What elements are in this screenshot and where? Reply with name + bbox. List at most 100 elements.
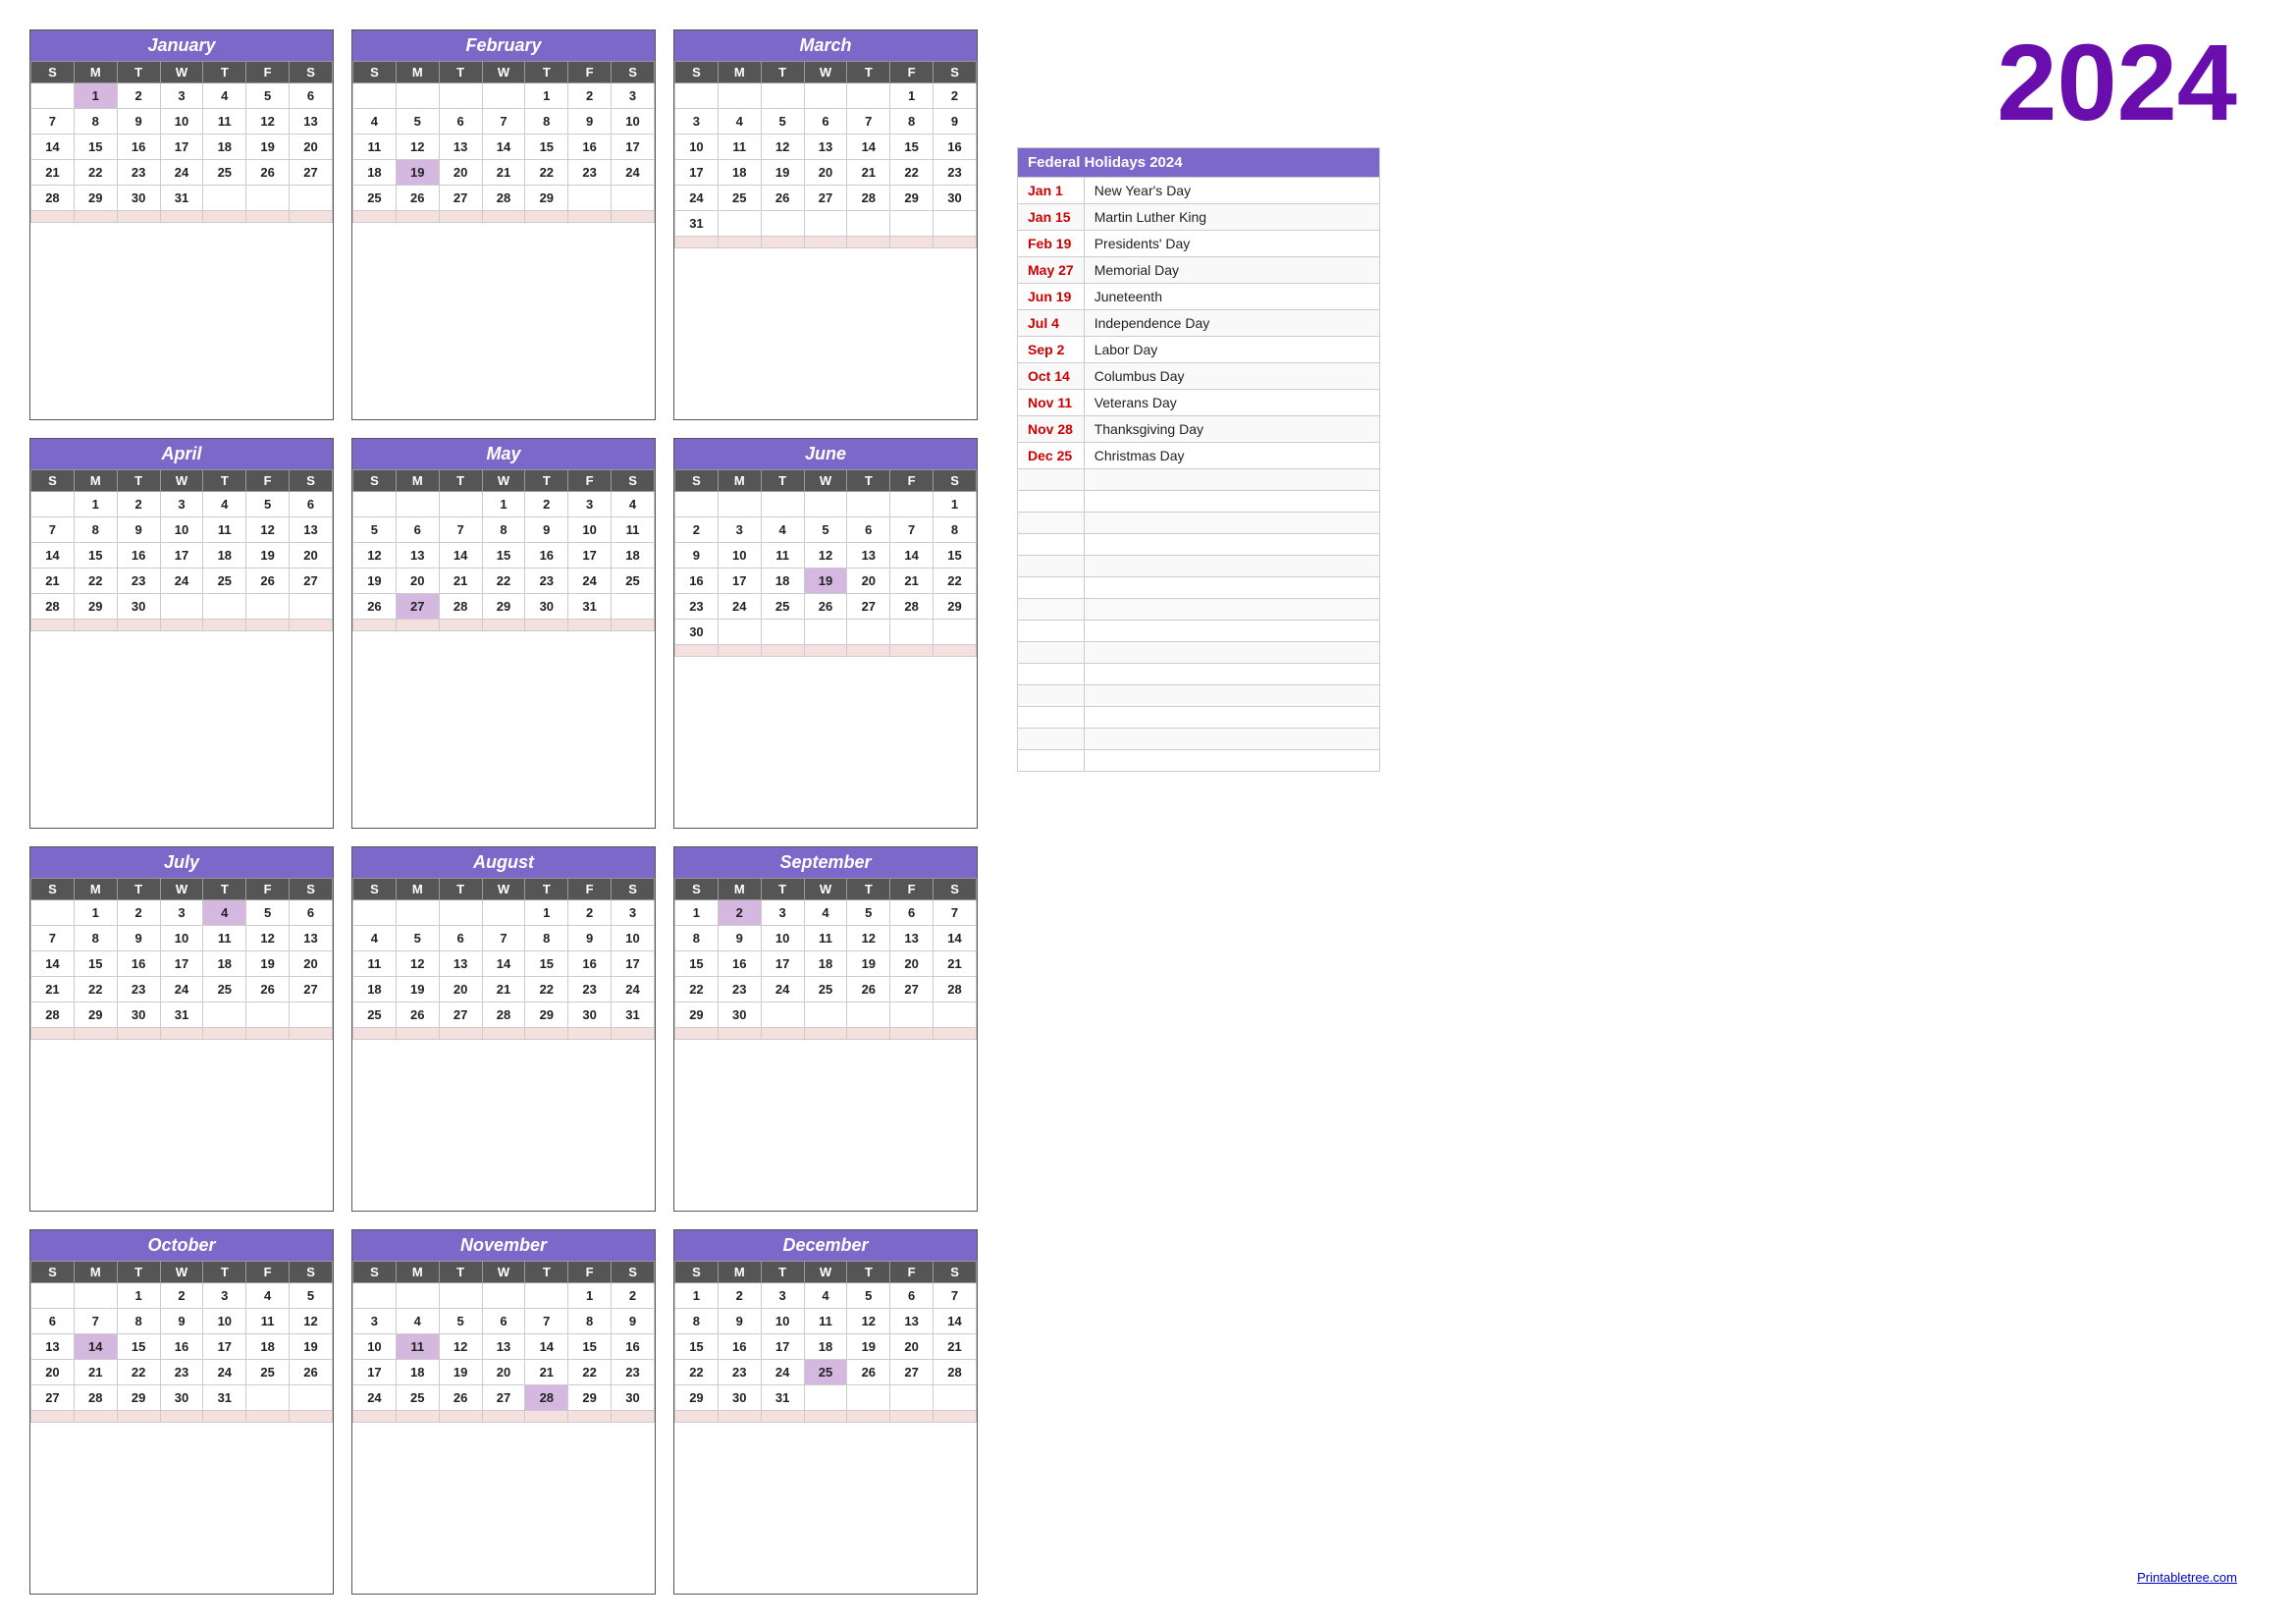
empty-cell bbox=[568, 1028, 612, 1040]
calendar-day: 14 bbox=[525, 1334, 568, 1360]
calendar-day: 8 bbox=[675, 1309, 719, 1334]
holidays-table: Federal Holidays 2024 Jan 1New Year's Da… bbox=[1017, 147, 1380, 772]
calendar-day: 20 bbox=[804, 160, 847, 186]
weekday-header: S bbox=[934, 879, 977, 900]
weekday-header: S bbox=[290, 470, 333, 492]
calendar-day: 26 bbox=[847, 977, 890, 1002]
year-title: 2024 bbox=[1997, 29, 2237, 137]
empty-cell bbox=[934, 237, 977, 248]
empty-cell bbox=[890, 237, 934, 248]
calendar-day: 6 bbox=[804, 109, 847, 135]
calendar-day bbox=[439, 900, 482, 926]
holiday-row-empty bbox=[1018, 621, 1380, 642]
holiday-row-empty bbox=[1018, 664, 1380, 685]
empty-cell bbox=[890, 1028, 934, 1040]
weekday-header: W bbox=[804, 1262, 847, 1283]
month-header: February bbox=[352, 30, 655, 61]
weekday-header: S bbox=[290, 62, 333, 83]
weekday-header: T bbox=[761, 62, 804, 83]
empty-cell bbox=[439, 620, 482, 631]
month-december: DecemberSMTWTFS1234567891011121314151617… bbox=[673, 1229, 978, 1595]
calendar-day: 3 bbox=[718, 517, 761, 543]
calendar-day: 18 bbox=[203, 543, 246, 568]
empty-cell bbox=[246, 620, 290, 631]
empty-cell bbox=[525, 211, 568, 223]
calendar-day: 11 bbox=[353, 135, 397, 160]
empty-cell bbox=[718, 1411, 761, 1423]
calendar-day: 16 bbox=[568, 135, 612, 160]
calendar-day: 7 bbox=[847, 109, 890, 135]
empty-cell bbox=[1018, 599, 1085, 621]
weekday-header: T bbox=[203, 879, 246, 900]
calendar-day: 14 bbox=[31, 135, 75, 160]
empty-cell bbox=[160, 211, 203, 223]
weekday-header: W bbox=[482, 879, 525, 900]
empty-cell bbox=[482, 1411, 525, 1423]
empty-cell bbox=[612, 211, 655, 223]
empty-cell bbox=[353, 1028, 397, 1040]
weekday-header: W bbox=[160, 1262, 203, 1283]
calendar-day: 27 bbox=[439, 186, 482, 211]
calendar-day: 7 bbox=[31, 926, 75, 951]
holiday-row-empty bbox=[1018, 599, 1380, 621]
calendar-day: 22 bbox=[675, 977, 719, 1002]
calendar-day: 1 bbox=[890, 83, 934, 109]
calendar-day: 9 bbox=[934, 109, 977, 135]
calendar-day: 3 bbox=[160, 492, 203, 517]
calendar-day: 13 bbox=[482, 1334, 525, 1360]
weekday-header: T bbox=[117, 62, 160, 83]
weekday-header: T bbox=[525, 62, 568, 83]
weekday-header: T bbox=[525, 1262, 568, 1283]
empty-cell bbox=[890, 1411, 934, 1423]
weekday-header: M bbox=[718, 470, 761, 492]
calendar-day: 4 bbox=[246, 1283, 290, 1309]
weekday-header: S bbox=[31, 1262, 75, 1283]
calendar-day: 16 bbox=[675, 568, 719, 594]
calendar-day: 17 bbox=[675, 160, 719, 186]
calendar-day: 30 bbox=[117, 186, 160, 211]
calendar-day bbox=[353, 900, 397, 926]
empty-cell bbox=[761, 1411, 804, 1423]
holiday-date: May 27 bbox=[1018, 257, 1085, 284]
calendar-day: 6 bbox=[439, 926, 482, 951]
calendar-day bbox=[847, 83, 890, 109]
weekday-header: T bbox=[847, 62, 890, 83]
calendar-day bbox=[31, 1283, 75, 1309]
empty-cell bbox=[1084, 750, 1379, 772]
empty-cell bbox=[74, 620, 117, 631]
calendar-day: 13 bbox=[890, 926, 934, 951]
calendar-day: 25 bbox=[246, 1360, 290, 1385]
calendar-day: 22 bbox=[482, 568, 525, 594]
empty-cell bbox=[117, 620, 160, 631]
calendar-day: 27 bbox=[482, 1385, 525, 1411]
calendar-day: 2 bbox=[160, 1283, 203, 1309]
calendar-day bbox=[439, 492, 482, 517]
empty-cell bbox=[117, 1411, 160, 1423]
calendar-day: 4 bbox=[761, 517, 804, 543]
calendar-day: 21 bbox=[31, 568, 75, 594]
empty-cell bbox=[1018, 621, 1085, 642]
empty-cell bbox=[1018, 664, 1085, 685]
calendar-day: 9 bbox=[117, 109, 160, 135]
empty-cell bbox=[439, 1028, 482, 1040]
calendar-day: 30 bbox=[525, 594, 568, 620]
calendar-day: 15 bbox=[482, 543, 525, 568]
calendar-day: 28 bbox=[31, 186, 75, 211]
calendar-day: 15 bbox=[568, 1334, 612, 1360]
calendar-day: 3 bbox=[761, 1283, 804, 1309]
calendar-day: 1 bbox=[117, 1283, 160, 1309]
weekday-header: T bbox=[847, 470, 890, 492]
calendar-day bbox=[439, 1283, 482, 1309]
calendar-day: 29 bbox=[74, 186, 117, 211]
calendar-day: 23 bbox=[117, 160, 160, 186]
weekday-header: S bbox=[31, 62, 75, 83]
calendar-day: 1 bbox=[934, 492, 977, 517]
calendar-day: 17 bbox=[203, 1334, 246, 1360]
holiday-date: Dec 25 bbox=[1018, 443, 1085, 469]
month-header: December bbox=[674, 1230, 977, 1261]
calendar-day: 3 bbox=[568, 492, 612, 517]
calendar-day: 11 bbox=[353, 951, 397, 977]
calendar-day: 1 bbox=[482, 492, 525, 517]
footer-link[interactable]: Printabletree.com bbox=[2137, 1570, 2237, 1585]
holiday-row-empty bbox=[1018, 750, 1380, 772]
